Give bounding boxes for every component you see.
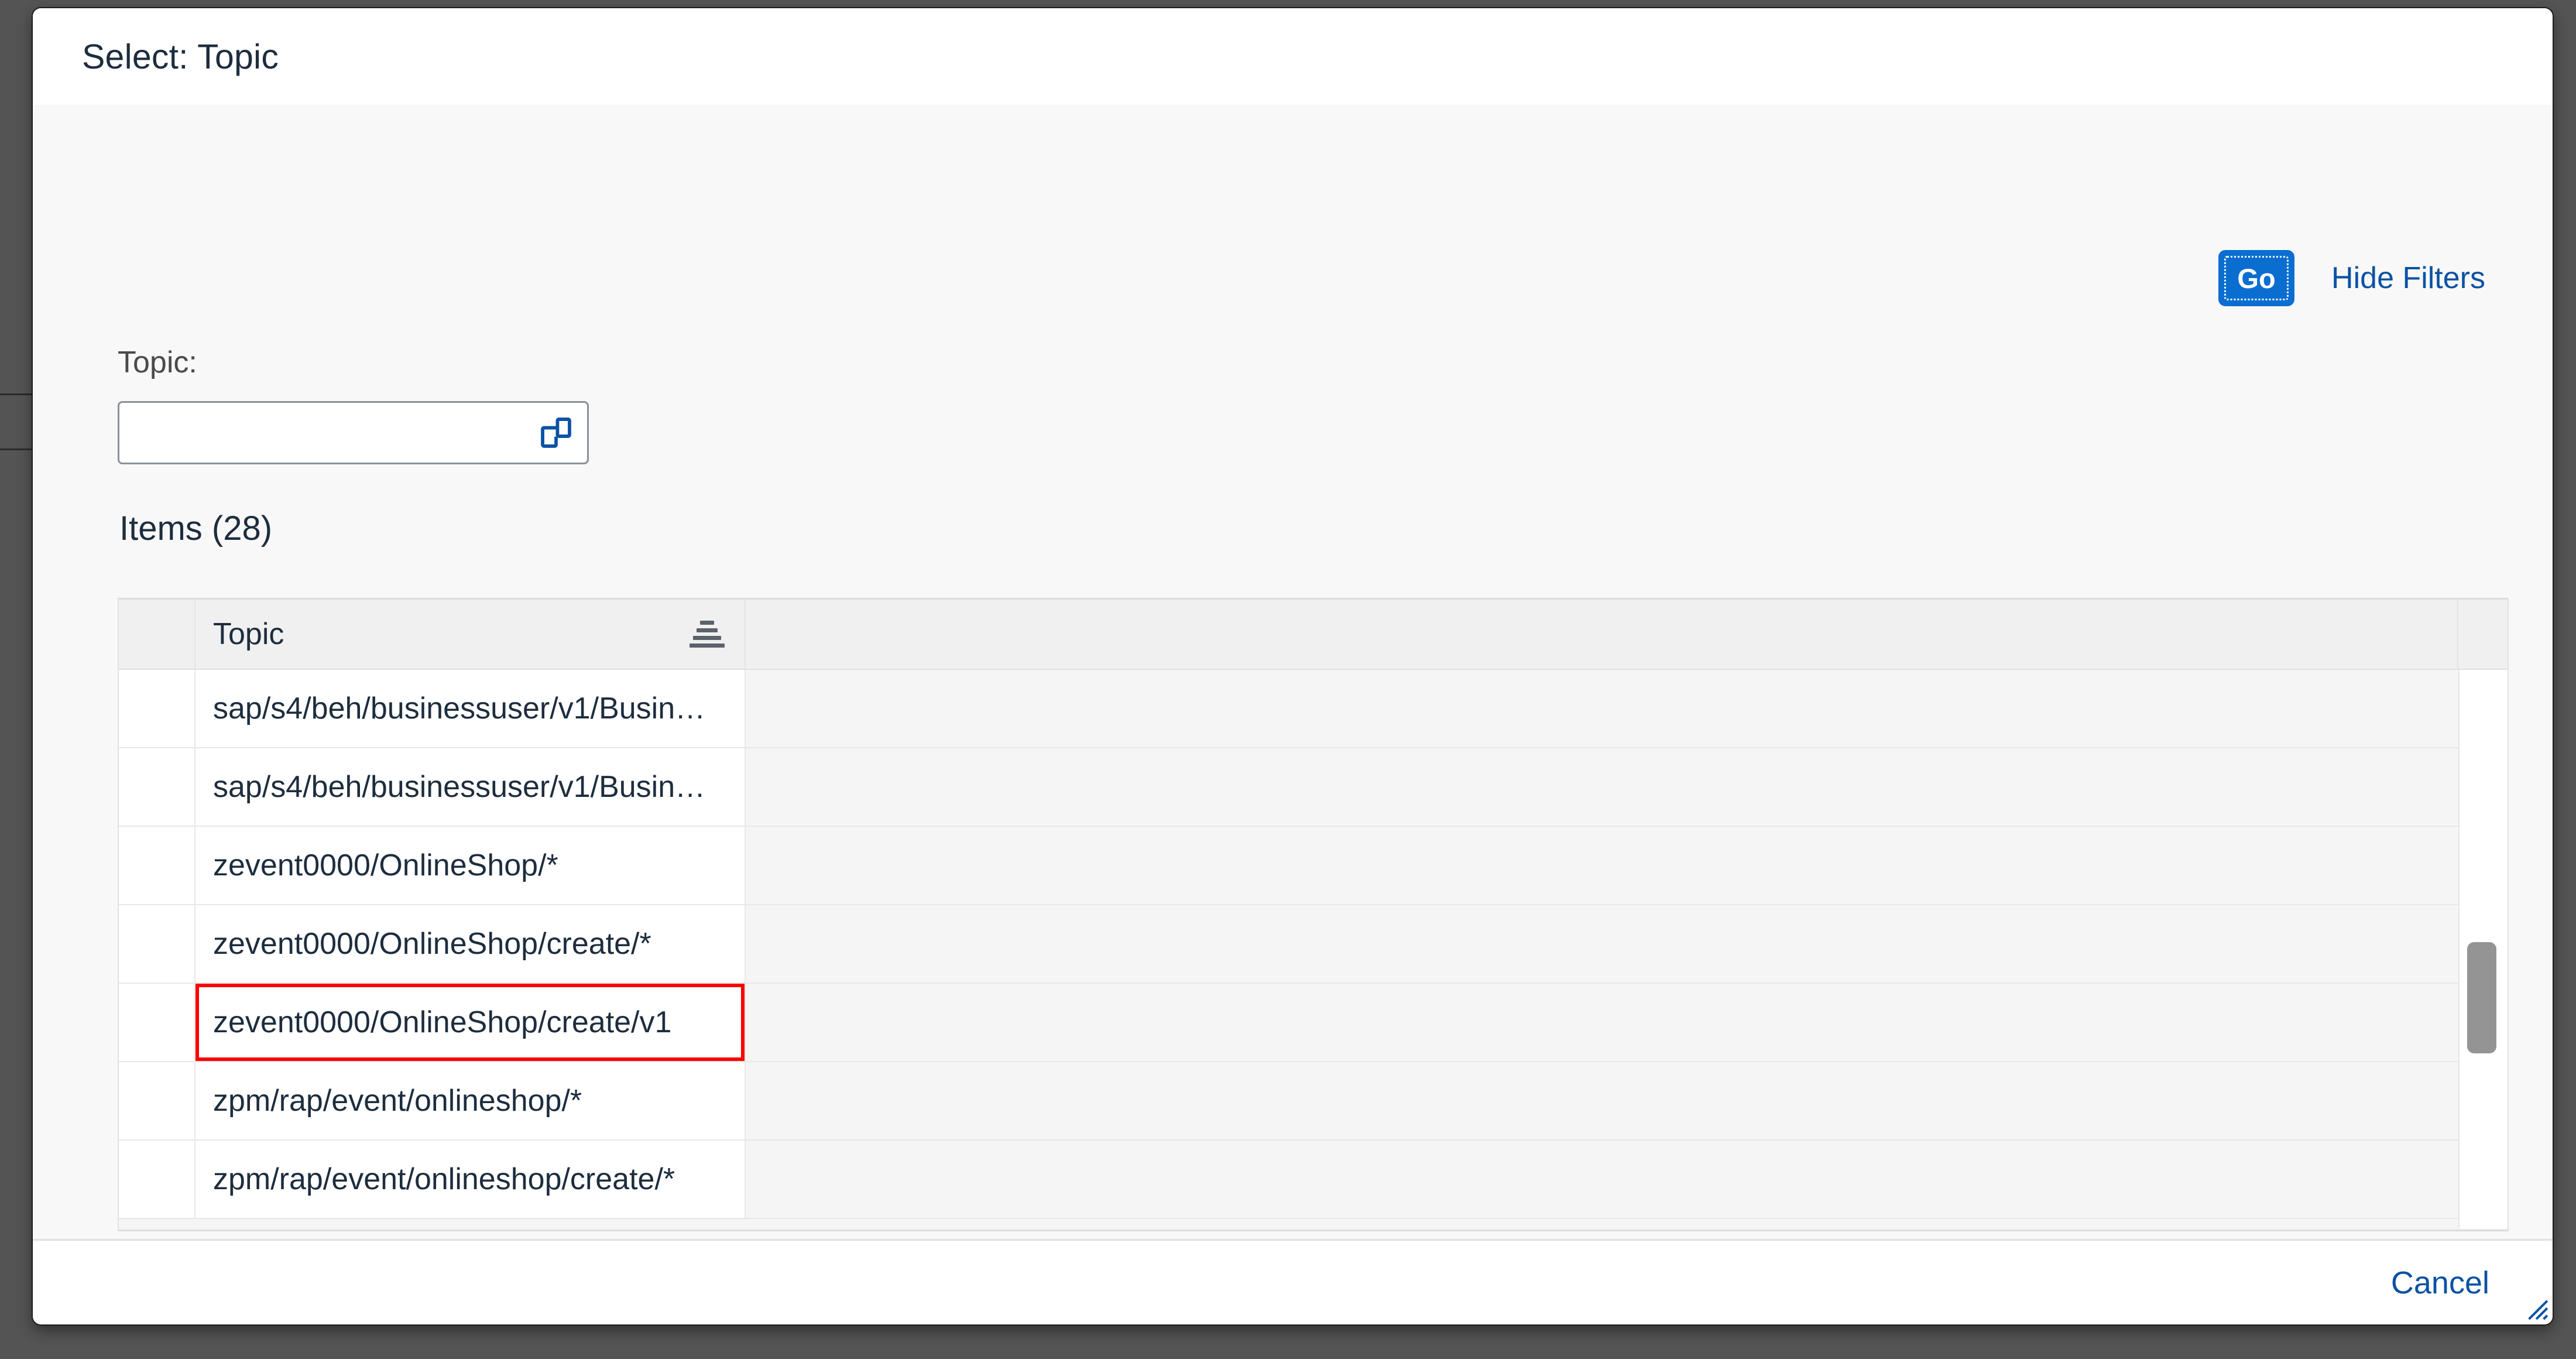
row-topic-text: sap/s4/beh/businessuser/v1/Busin… (213, 692, 706, 725)
row-select-cell[interactable] (119, 905, 195, 983)
row-spacer-cell (746, 905, 2508, 983)
table-vertical-scrollbar[interactable] (2458, 670, 2508, 1228)
row-spacer-cell (746, 1141, 2508, 1218)
sort-filter-icon[interactable] (690, 621, 725, 648)
dialog-title: Select: Topic (82, 37, 279, 76)
row-topic-cell[interactable]: sap/s4/beh/businessuser/v1/Busin… (195, 670, 746, 747)
topic-filter-input[interactable] (119, 403, 523, 463)
row-topic-text: zpm/rap/event/onlineshop/* (213, 1084, 582, 1118)
table-row[interactable]: zevent0000/OnlineShop/create/v1 (119, 984, 2508, 1062)
row-spacer-cell (746, 984, 2508, 1061)
row-select-cell[interactable] (119, 670, 195, 747)
resize-grip-icon[interactable] (2520, 1292, 2549, 1321)
table-body: sap/s4/beh/businessuser/v1/Busin… sap/s4/… (119, 670, 2508, 1228)
cancel-button[interactable]: Cancel (2391, 1265, 2489, 1301)
dialog-footer: Cancel (33, 1239, 2553, 1324)
row-spacer-cell (746, 827, 2508, 904)
dialog-header: Select: Topic (33, 8, 2553, 105)
topic-filter-field[interactable] (118, 401, 589, 464)
backdrop-divider-line (0, 393, 33, 395)
topic-filter-label: Topic: (118, 345, 197, 379)
select-topic-dialog: Select: Topic Go Hide Filters Topic: Ite… (33, 8, 2553, 1324)
table-header-row: Topic (119, 600, 2508, 670)
table-scrollbar-thumb[interactable] (2467, 942, 2496, 1053)
table-row[interactable]: zevent0000/OnlineShop/create/* (119, 905, 2508, 984)
table-row[interactable]: zpm/rap/event/onlineshop/* (119, 1062, 2508, 1141)
filter-bar-toolbar: Go Hide Filters (2218, 250, 2485, 306)
row-topic-text: zevent0000/OnlineShop/create/v1 (213, 1005, 672, 1039)
table-row[interactable]: zpm/rap/event/onlineshop/create/* (119, 1141, 2508, 1219)
row-topic-cell[interactable]: sap/s4/beh/businessuser/v1/Busin… (195, 748, 746, 826)
row-topic-cell[interactable]: zevent0000/OnlineShop/* (195, 827, 746, 904)
row-topic-cell[interactable]: zpm/rap/event/onlineshop/create/* (195, 1141, 746, 1218)
row-topic-text: sap/s4/beh/businessuser/v1/Busin… (213, 770, 706, 804)
items-table: Topic sap/s4/beh/businessuser/v1/Busin… s… (118, 598, 2509, 1231)
backdrop-divider-line (0, 449, 33, 450)
row-topic-text: zevent0000/OnlineShop/* (213, 848, 558, 882)
row-topic-cell[interactable]: zevent0000/OnlineShop/create/v1 (195, 984, 746, 1061)
table-rows-container: sap/s4/beh/businessuser/v1/Busin… sap/s4/… (119, 670, 2508, 1219)
column-header-spacer (746, 600, 2458, 669)
table-row[interactable]: sap/s4/beh/businessuser/v1/Busin… (119, 748, 2508, 827)
table-row[interactable]: zevent0000/OnlineShop/* (119, 827, 2508, 905)
row-topic-text: zevent0000/OnlineShop/create/* (213, 927, 651, 961)
value-help-icon[interactable] (539, 416, 573, 450)
row-topic-cell[interactable]: zpm/rap/event/onlineshop/* (195, 1062, 746, 1139)
items-count-title: Items (28) (119, 509, 273, 547)
column-header-topic[interactable]: Topic (195, 600, 746, 669)
column-header-topic-label: Topic (213, 617, 284, 651)
column-header-select (119, 600, 195, 669)
row-select-cell[interactable] (119, 1141, 195, 1218)
topic-filter-group: Topic: (118, 345, 592, 464)
row-spacer-cell (746, 670, 2508, 747)
row-topic-cell[interactable]: zevent0000/OnlineShop/create/* (195, 905, 746, 983)
row-select-cell[interactable] (119, 827, 195, 904)
column-header-scroll-gutter (2458, 600, 2508, 669)
row-spacer-cell (746, 748, 2508, 826)
row-select-cell[interactable] (119, 748, 195, 826)
hide-filters-link[interactable]: Hide Filters (2331, 261, 2485, 296)
table-row[interactable]: sap/s4/beh/businessuser/v1/Busin… (119, 670, 2508, 748)
row-topic-text: zpm/rap/event/onlineshop/create/* (213, 1162, 675, 1196)
row-select-cell[interactable] (119, 1062, 195, 1139)
row-spacer-cell (746, 1062, 2508, 1139)
go-button[interactable]: Go (2218, 250, 2295, 306)
dialog-body: Go Hide Filters Topic: Items (28) Topic … (33, 105, 2553, 1239)
row-select-cell[interactable] (119, 984, 195, 1061)
